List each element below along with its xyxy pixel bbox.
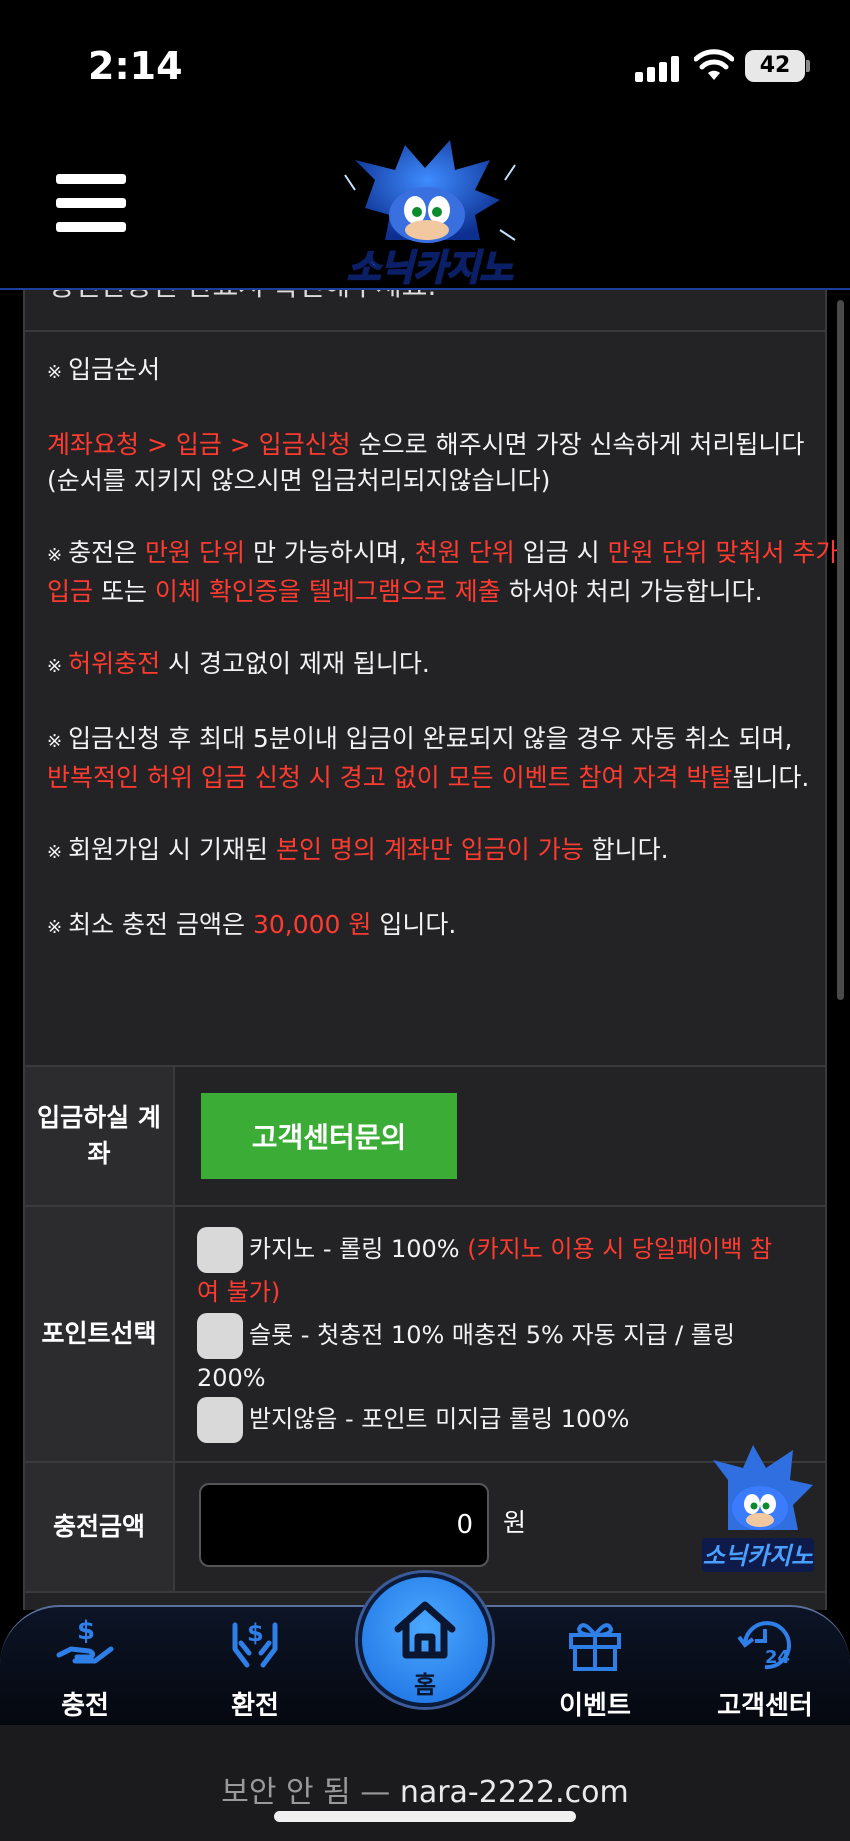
logo-text: 소닉카지노 — [347, 248, 513, 289]
withdraw-icon: $ — [232, 1619, 278, 1668]
text: 회원가입 시 기재된 — [68, 835, 276, 864]
option-text: 카지노 - 롤링 100% — [249, 1235, 468, 1263]
reference-mark: ※ — [47, 842, 63, 863]
notice-auto-cancel: ※ 입금신청 후 최대 5분이내 입금이 완료되지 않을 경우 자동 취소 되며,… — [47, 721, 847, 796]
text: 반복적인 허위 입금 신청 시 경고 없이 모든 이벤트 참여 자격 박탈 — [47, 763, 733, 792]
browser-url-bar[interactable]: 보안 안 됨 — nara-2222.com — [0, 1725, 850, 1841]
app-header: 소닉카지노 — [0, 130, 850, 290]
mascot-logo-text: 소닉카지노 — [703, 1542, 814, 1570]
notice-unit: ※ 충전은 만원 단위 만 가능하시며, 천원 단위 입금 시 만원 단위 맞춰서… — [47, 535, 847, 610]
sonic-casino-logo[interactable]: 소닉카지노 — [315, 130, 545, 290]
status-time: 2:14 — [88, 44, 183, 88]
bottom-nav: $ 충전 $ 환전 홈 이벤트 24 고객센터 — [0, 1573, 850, 1725]
wifi-icon — [694, 49, 734, 80]
nav-support-label: 고객센터 — [717, 1691, 813, 1721]
amount-label: 충전금액 — [25, 1463, 175, 1591]
notice-cut-text: 승인완승인 완료시 확인해주세요. — [49, 290, 436, 304]
gift-icon — [569, 1623, 621, 1671]
home-icon — [394, 1601, 456, 1659]
url-text[interactable]: 보안 안 됨 — nara-2222.com — [0, 1767, 850, 1811]
support-24-icon: 24 — [737, 1621, 791, 1670]
order-desc: 순으로 해주시면 가장 신속하게 처리됩니다 — [350, 430, 805, 459]
floating-mascot-icon[interactable]: 소닉카지노 — [698, 1440, 818, 1580]
notice-body: ※ 입금순서 계좌요청 > 입금 > 입금신청 순으로 해주시면 가장 신속하게 … — [47, 352, 847, 982]
nav-withdraw-label: 환전 — [231, 1691, 279, 1721]
text: 입니다. — [371, 910, 457, 939]
nav-event[interactable]: 이벤트 — [530, 1615, 660, 1725]
order-steps: 계좌요청 > 입금 > 입금신청 — [47, 430, 351, 459]
reference-mark: ※ — [47, 731, 63, 752]
text: 최소 충전 금액은 — [68, 910, 253, 939]
notice-title-text: 입금순서 — [68, 355, 161, 384]
reference-mark: ※ — [47, 656, 63, 677]
text: 합니다. — [583, 835, 669, 864]
text: 허위충전 — [68, 649, 161, 678]
svg-text:$: $ — [77, 1616, 95, 1646]
customer-center-button[interactable]: 고객센터문의 — [201, 1093, 457, 1179]
point-label: 포인트선택 — [25, 1207, 175, 1461]
order-warning: (순서를 지키지 않으시면 입금처리되지않습니다) — [47, 466, 551, 495]
text: 시 경고없이 제재 됩니다. — [160, 649, 430, 678]
amount-unit: 원 — [503, 1508, 527, 1537]
nav-withdraw[interactable]: $ 환전 — [190, 1615, 320, 1725]
option-text: 슬롯 - 첫충전 10% 매충전 5% 자동 지급 / 롤링 200% — [197, 1321, 735, 1392]
text: 하셔야 처리 가능합니다. — [500, 577, 763, 606]
reference-mark: ※ — [47, 545, 63, 566]
text: 입금 시 — [514, 538, 608, 567]
notice-title: ※ 입금순서 — [47, 352, 847, 391]
text: 됩니다. — [732, 763, 810, 792]
battery-cap — [806, 60, 810, 72]
main-content: 승인완승인 완료시 확인해주세요. ※입금순서 계좌요청 > 입금 > 입금신청… — [0, 290, 850, 1610]
text: 이체 확인증을 텔레그램으로 제출 — [154, 577, 501, 606]
svg-text:24: 24 — [765, 1647, 790, 1668]
text: 만원 단위 — [145, 538, 245, 567]
battery-icon: 42 — [745, 50, 805, 82]
url-domain: nara-2222.com — [399, 1775, 629, 1810]
row-account: 입금하실 계좌 고객센터문의 — [25, 1067, 825, 1207]
nav-home-label: 홈 — [413, 1671, 437, 1699]
text: 30,000 원 — [252, 910, 372, 939]
home-indicator[interactable] — [274, 1811, 576, 1822]
text: 충전은 — [68, 538, 146, 567]
status-bar: 2:14 42 — [0, 0, 850, 130]
reference-mark: ※ — [47, 362, 63, 383]
point-option-slot: 슬롯 - 첫충전 10% 매충전 5% 자동 지급 / 롤링 200% — [197, 1313, 777, 1397]
notice-order: 계좌요청 > 입금 > 입금신청 순으로 해주시면 가장 신속하게 처리됩니다 (… — [47, 427, 847, 499]
text: 또는 — [93, 577, 155, 606]
deposit-icon: $ — [56, 1616, 114, 1664]
menu-icon[interactable] — [56, 174, 126, 236]
scrollbar[interactable] — [837, 300, 844, 1000]
insecure-label: 보안 안 됨 — — [221, 1775, 400, 1810]
casino-checkbox[interactable] — [197, 1227, 243, 1273]
nav-deposit-label: 충전 — [61, 1691, 109, 1721]
nav-support[interactable]: 24 고객센터 — [700, 1615, 830, 1725]
cellular-signal-icon — [635, 56, 681, 82]
notice-false-charge: ※ 허위충전 시 경고없이 제재 됩니다. — [47, 646, 847, 685]
no-point-checkbox[interactable] — [197, 1397, 243, 1443]
notice-min-amount: ※ 최소 충전 금액은 30,000 원 입니다. — [47, 907, 847, 946]
notice-cut-header: 승인완승인 완료시 확인해주세요. — [25, 290, 825, 332]
text: 본인 명의 계좌만 입금이 가능 — [275, 835, 584, 864]
row-point: 포인트선택 카지노 - 롤링 100% (카지노 이용 시 당일페이백 참여 불… — [25, 1207, 825, 1463]
amount-input[interactable]: 0 — [199, 1483, 489, 1567]
text: 만 가능하시며, — [245, 538, 415, 567]
point-option-casino: 카지노 - 롤링 100% (카지노 이용 시 당일페이백 참여 불가) — [197, 1227, 777, 1311]
account-label: 입금하실 계좌 — [25, 1067, 175, 1205]
reference-mark: ※ — [47, 917, 63, 938]
option-text: 받지않음 - 포인트 미지급 롤링 100% — [249, 1405, 630, 1433]
nav-home[interactable]: 홈 — [358, 1573, 492, 1707]
text: 입금신청 후 최대 5분이내 입금이 완료되지 않을 경우 자동 취소 되며, — [68, 724, 793, 753]
nav-deposit[interactable]: $ 충전 — [20, 1615, 150, 1725]
svg-text:$: $ — [247, 1619, 264, 1647]
notice-own-account: ※ 회원가입 시 기재된 본인 명의 계좌만 입금이 가능 합니다. — [47, 832, 847, 871]
slot-checkbox[interactable] — [197, 1313, 243, 1359]
text: 천원 단위 — [414, 538, 515, 567]
nav-event-label: 이벤트 — [559, 1691, 631, 1721]
point-option-none: 받지않음 - 포인트 미지급 롤링 100% — [197, 1397, 777, 1443]
